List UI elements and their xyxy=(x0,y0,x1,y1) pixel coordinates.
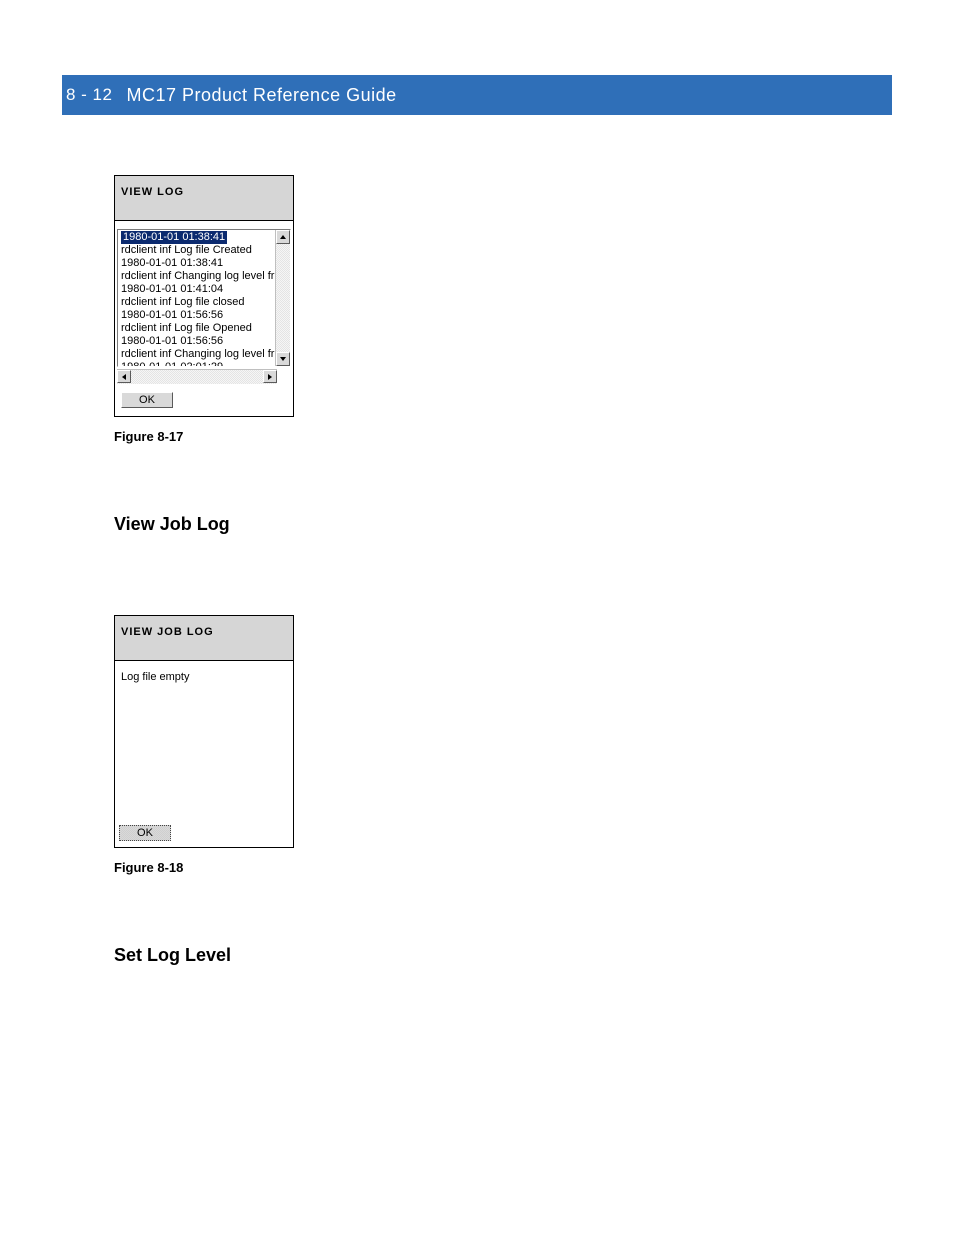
log-lines: 1980-01-01 01:38:41 rdclient inf Log fil… xyxy=(119,231,275,367)
ok-button[interactable]: OK xyxy=(119,825,171,841)
content-area: VIEW LOG 1980-01-01 01:38:41 rdclient in… xyxy=(62,175,892,966)
list-item[interactable]: 1980-01-01 01:41:04 xyxy=(119,283,275,296)
section-heading-view-job-log: View Job Log xyxy=(114,514,892,535)
chevron-up-icon xyxy=(280,235,286,239)
list-item[interactable]: 1980-01-01 02:01:29 xyxy=(119,361,275,367)
window-title: VIEW JOB LOG xyxy=(115,616,293,661)
scroll-up-button[interactable] xyxy=(276,230,290,244)
ok-button[interactable]: OK xyxy=(121,392,173,408)
chevron-down-icon xyxy=(280,357,286,361)
view-job-log-window: VIEW JOB LOG Log file empty OK xyxy=(114,615,294,848)
scroll-down-button[interactable] xyxy=(276,352,290,366)
list-item[interactable]: rdclient inf Changing log level fr xyxy=(119,270,275,283)
scroll-left-button[interactable] xyxy=(117,370,131,383)
doc-title: MC17 Product Reference Guide xyxy=(126,85,396,106)
button-row: OK xyxy=(115,821,293,847)
vertical-scrollbar[interactable] xyxy=(275,230,290,366)
figure-caption: Figure 8-18 xyxy=(114,860,892,875)
scroll-right-button[interactable] xyxy=(263,370,277,383)
chevron-left-icon xyxy=(122,374,126,380)
list-item[interactable]: rdclient inf Changing log level fr xyxy=(119,348,275,361)
page-number: 8 - 12 xyxy=(66,85,112,105)
window-body: 1980-01-01 01:38:41 rdclient inf Log fil… xyxy=(115,221,293,416)
horizontal-scrollbar[interactable] xyxy=(117,369,277,384)
empty-log-text: Log file empty xyxy=(121,671,287,683)
window-title: VIEW LOG xyxy=(115,176,293,221)
section-heading-set-log-level: Set Log Level xyxy=(114,945,892,966)
list-item[interactable]: rdclient inf Log file closed xyxy=(119,296,275,309)
figure-caption: Figure 8-17 xyxy=(114,429,892,444)
view-log-window: VIEW LOG 1980-01-01 01:38:41 rdclient in… xyxy=(114,175,294,417)
list-item[interactable]: 1980-01-01 01:56:56 xyxy=(119,309,275,322)
chevron-right-icon xyxy=(268,374,272,380)
log-listbox[interactable]: 1980-01-01 01:38:41 rdclient inf Log fil… xyxy=(117,229,291,367)
horizontal-scrollbar-row xyxy=(117,369,291,384)
list-item[interactable]: 1980-01-01 01:38:41 xyxy=(119,231,275,244)
list-item[interactable]: rdclient inf Log file Created xyxy=(119,244,275,257)
list-item[interactable]: rdclient inf Log file Opened xyxy=(119,322,275,335)
page-header: 8 - 12 MC17 Product Reference Guide xyxy=(62,75,892,115)
page: 8 - 12 MC17 Product Reference Guide VIEW… xyxy=(0,0,954,1235)
list-item[interactable]: 1980-01-01 01:56:56 xyxy=(119,335,275,348)
list-item[interactable]: 1980-01-01 01:38:41 xyxy=(119,257,275,270)
window-body: Log file empty xyxy=(115,661,293,821)
button-row: OK xyxy=(117,384,291,410)
